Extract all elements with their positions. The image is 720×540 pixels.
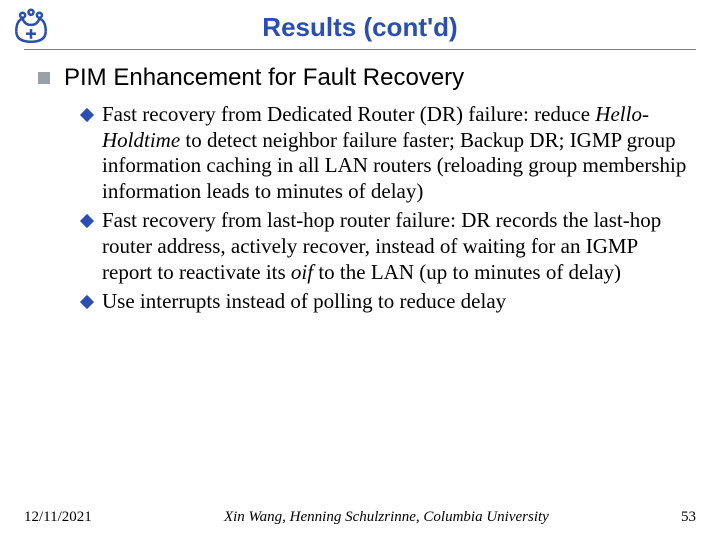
- slide-title: Results (cont'd): [24, 12, 696, 43]
- level2-list: Fast recovery from Dedicated Router (DR)…: [38, 102, 690, 315]
- level1-text: PIM Enhancement for Fault Recovery: [64, 64, 464, 92]
- slide-footer: 12/11/2021 Xin Wang, Henning Schulzrinne…: [0, 509, 720, 526]
- level2-text: Fast recovery from Dedicated Router (DR)…: [102, 102, 690, 204]
- columbia-crown-logo: [10, 6, 52, 53]
- slide: Results (cont'd) PIM Enhancement for Fau…: [0, 0, 720, 540]
- level2-item: Use interrupts instead of polling to red…: [82, 289, 690, 315]
- bullet1-lead: Fast recovery from Dedicated Router (DR)…: [102, 102, 595, 126]
- bullet2-tail: to the LAN (up to minutes of delay): [313, 260, 621, 284]
- footer-page-number: 53: [681, 509, 696, 526]
- diamond-bullet-icon: [80, 108, 94, 122]
- level2-item: Fast recovery from Dedicated Router (DR)…: [82, 102, 690, 204]
- slide-body: PIM Enhancement for Fault Recovery Fast …: [24, 64, 696, 315]
- footer-authors: Xin Wang, Henning Schulzrinne, Columbia …: [92, 509, 681, 526]
- level2-text: Fast recovery from last-hop router failu…: [102, 208, 690, 285]
- footer-date: 12/11/2021: [24, 509, 92, 526]
- diamond-bullet-icon: [80, 214, 94, 228]
- level2-item: Fast recovery from last-hop router failu…: [82, 208, 690, 285]
- square-bullet-icon: [38, 72, 50, 84]
- level2-text: Use interrupts instead of polling to red…: [102, 289, 506, 315]
- crown-icon: [10, 6, 52, 48]
- bullet1-tail: to detect neighbor failure faster; Backu…: [102, 128, 686, 203]
- diamond-bullet-icon: [80, 295, 94, 309]
- title-divider: [24, 49, 696, 50]
- bullet2-italic: oif: [291, 260, 313, 284]
- level1-item: PIM Enhancement for Fault Recovery: [38, 64, 690, 92]
